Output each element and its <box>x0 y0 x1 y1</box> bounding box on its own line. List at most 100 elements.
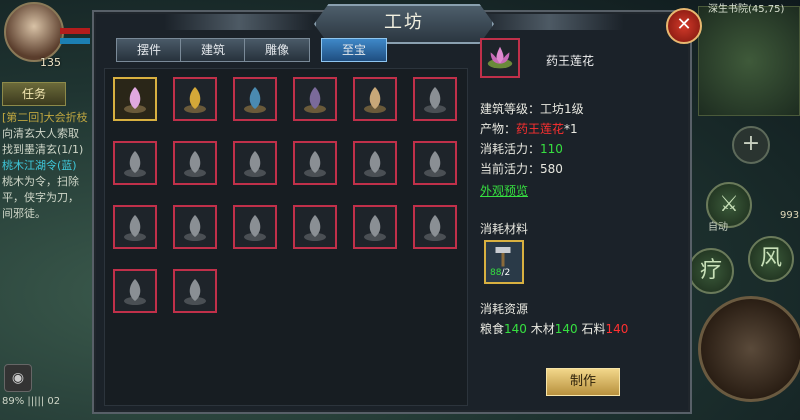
scroll-book-item[interactable] <box>113 141 157 185</box>
expand-plus-button[interactable]: + <box>732 126 770 164</box>
vitality-current-value: 580 <box>540 162 563 176</box>
scroll-book-item-icon <box>124 151 146 177</box>
item-name: 药王莲花 <box>546 54 595 68</box>
bowing-figure-item[interactable] <box>233 205 277 249</box>
vitality-current-row: 当前活力：580 <box>480 160 563 177</box>
figurine-item-icon <box>424 87 446 113</box>
status-readout: 89% ||||| 02 <box>2 396 61 407</box>
item-counter: 993 <box>780 210 800 221</box>
drum-item-icon <box>244 151 266 177</box>
mp-bar <box>60 38 90 44</box>
player-level: 135 <box>40 56 61 69</box>
hooded-figure-item-2-icon <box>184 215 206 241</box>
material-have: 88 <box>490 268 502 278</box>
bamboo-slips-item-icon <box>364 215 386 241</box>
robed-figure-item-2[interactable] <box>413 141 457 185</box>
tab-statues[interactable]: 雕像 <box>244 38 310 62</box>
lotus-icon <box>487 46 513 69</box>
right-hud: 深生书院(45,75) + ⚔ 自动 993 疗 风 <box>688 0 800 420</box>
armillary-item[interactable] <box>173 141 217 185</box>
fan-attack-button[interactable] <box>698 296 800 402</box>
shrine-gate-item[interactable] <box>413 205 457 249</box>
skill-heal-button[interactable]: 疗 <box>688 248 734 294</box>
res-food-value: 140 <box>504 322 527 336</box>
robed-figure-item-icon <box>364 151 386 177</box>
vitality-cost-label: 消耗活力： <box>480 142 541 156</box>
vitality-cost-value: 110 <box>540 142 563 156</box>
product-label: 产物： <box>480 122 517 136</box>
gourd-item[interactable] <box>293 205 337 249</box>
resources-row: 粮食140 木材140 石料140 <box>480 320 628 337</box>
material-slot[interactable]: 88/2 <box>484 240 524 284</box>
make-button[interactable]: 制作 <box>546 368 620 396</box>
res-food-label: 粮食 <box>480 322 505 336</box>
censer-item-icon <box>304 87 326 113</box>
quest-line: [第二回]大会折枝 <box>2 111 88 124</box>
censer-item[interactable] <box>293 77 337 121</box>
robed-figure-item[interactable] <box>353 141 397 185</box>
ornate-mirror-item[interactable] <box>233 77 277 121</box>
robed-figure-item-2-icon <box>424 151 446 177</box>
quest-tab[interactable]: 任务 <box>2 82 66 106</box>
hooded-figure-item[interactable] <box>113 205 157 249</box>
selected-item-slot <box>480 38 520 78</box>
build-level-value: 工坊1级 <box>540 102 584 116</box>
horse-skeleton-item-icon <box>184 279 206 305</box>
quest-line: 平，侠字为刀， <box>2 191 79 204</box>
quest-line: 找到墨清玄(1/1) <box>2 143 84 156</box>
tree-item[interactable] <box>113 269 157 313</box>
player-avatar[interactable] <box>4 2 64 62</box>
res-wood-label: 木材 <box>530 322 555 336</box>
figurine-item[interactable] <box>413 77 457 121</box>
res-stone-label: 石料 <box>581 322 606 336</box>
shrine-gate-item-icon <box>424 215 446 241</box>
hooded-figure-item-icon <box>124 215 146 241</box>
tab-treasures[interactable]: 至宝 <box>321 38 387 62</box>
item-detail: 药王莲花 建筑等级：工坊1级 产物：药王莲花*1 消耗活力：110 当前活力：5… <box>476 34 676 404</box>
title-ornament-right <box>474 14 624 30</box>
material-need: /2 <box>501 268 511 278</box>
skill-wind-button[interactable]: 风 <box>748 236 794 282</box>
resources-heading: 消耗资源 <box>480 302 529 316</box>
quest-line: 桃木为令，扫除 <box>2 175 79 188</box>
bowing-figure-item-icon <box>244 215 266 241</box>
product-row: 产物：药王莲花*1 <box>480 120 578 137</box>
item-grid <box>104 68 468 406</box>
quest-tracker[interactable]: [第二回]大会折枝 向清玄大人索取 找到墨清玄(1/1) 桃木江湖令(蓝) 桃木… <box>2 110 94 222</box>
build-level-label: 建筑等级： <box>480 102 541 116</box>
lotus-item-icon <box>124 87 146 113</box>
lotus-item[interactable] <box>113 77 157 121</box>
vitality-cost-row: 消耗活力：110 <box>480 140 563 157</box>
map-coordinates: 深生书院(45,75) <box>708 4 785 15</box>
gilded-shrine-item-icon <box>364 87 386 113</box>
tree-item-icon <box>124 279 146 305</box>
hooded-figure-item-2[interactable] <box>173 205 217 249</box>
res-stone-value: 140 <box>605 322 629 336</box>
ornate-mirror-item-icon <box>244 87 266 113</box>
bamboo-slips-item[interactable] <box>353 205 397 249</box>
gourd-item-icon <box>304 215 326 241</box>
hammer-icon <box>495 247 511 267</box>
product-qty: *1 <box>564 122 578 136</box>
title-ornament-left <box>164 14 314 30</box>
camera-icon[interactable]: ◉ <box>4 364 32 392</box>
materials-heading: 消耗材料 <box>480 222 529 236</box>
reclining-statue-item[interactable] <box>293 141 337 185</box>
quest-line: 桃木江湖令(蓝) <box>2 159 77 172</box>
reclining-statue-item-icon <box>304 151 326 177</box>
panel-title: 工坊 <box>384 12 424 33</box>
appearance-preview-link[interactable]: 外观预览 <box>480 182 528 199</box>
tab-ornaments[interactable]: 摆件 <box>116 38 182 62</box>
gilded-shrine-item[interactable] <box>353 77 397 121</box>
minimap[interactable] <box>698 6 800 116</box>
drum-item[interactable] <box>233 141 277 185</box>
golden-pagoda-item[interactable] <box>173 77 217 121</box>
armillary-item-icon <box>184 151 206 177</box>
quest-line: 间邪徒。 <box>2 207 46 220</box>
horse-skeleton-item[interactable] <box>173 269 217 313</box>
material-count: 88/2 <box>490 268 510 278</box>
auto-label: 自动 <box>708 222 728 233</box>
tab-buildings[interactable]: 建筑 <box>180 38 246 62</box>
hp-bar <box>60 28 90 34</box>
quest-line: 向清玄大人索取 <box>2 127 79 140</box>
